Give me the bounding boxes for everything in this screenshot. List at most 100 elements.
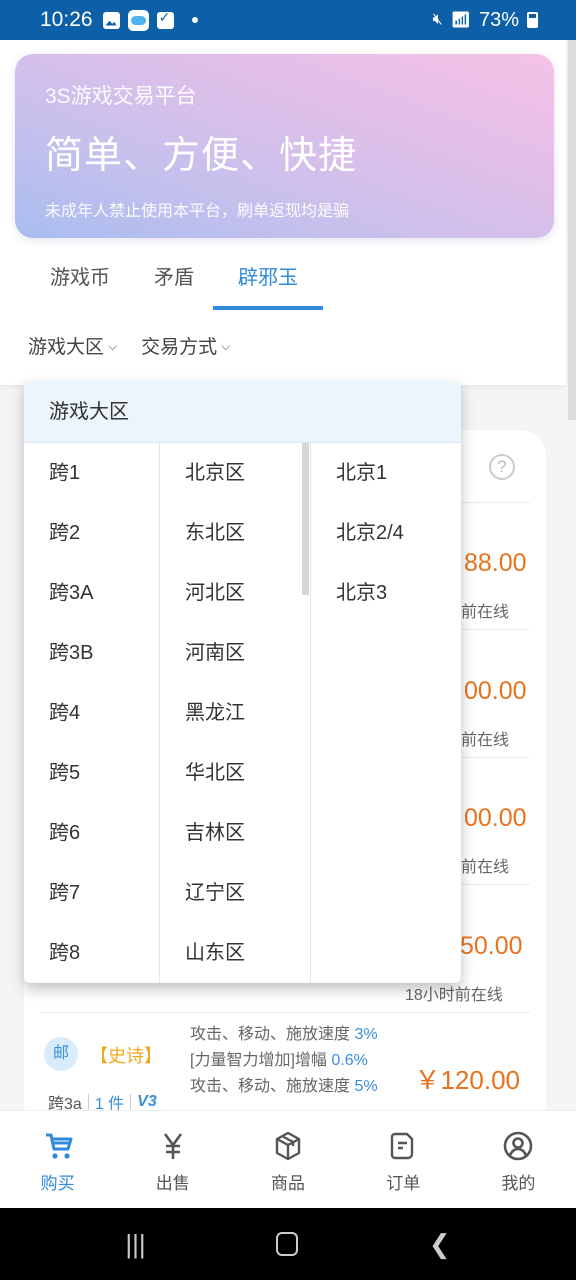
yen-icon: [156, 1129, 190, 1163]
attribute-list: 攻击、移动、施放速度 3% [力量智力增加]增幅 0.6% 攻击、移动、施放速度…: [190, 1022, 378, 1100]
listing-online-status: 前在线: [461, 859, 510, 876]
attribute-text: 攻击、移动、施放速度: [190, 1078, 351, 1095]
attribute-value: 5%: [354, 1078, 378, 1095]
region-dropdown: 游戏大区 跨1 跨2 跨3A 跨3B 跨4 跨5 跨6 跨7 跨8 北京区 东北…: [24, 382, 461, 983]
region-option[interactable]: 跨8: [24, 923, 159, 983]
listing-online-status: 前在线: [461, 732, 510, 749]
status-time: 10:26: [40, 8, 93, 31]
mute-icon: 🔇︎: [432, 11, 443, 28]
region-column-server[interactable]: 北京1 北京2/4 北京3: [311, 443, 461, 983]
region-column-cross[interactable]: 跨1 跨2 跨3A 跨3B 跨4 跨5 跨6 跨7 跨8: [24, 443, 160, 983]
filter-label: 游戏大区: [28, 337, 105, 358]
system-nav-bar: ||| ❮: [0, 1208, 576, 1280]
meta-separator: [130, 1094, 132, 1110]
region-option[interactable]: 跨7: [24, 863, 159, 923]
region-option[interactable]: 跨5: [24, 743, 159, 803]
attribute-text: 攻击、移动、施放速度: [190, 1026, 351, 1043]
recent-apps-icon[interactable]: |||: [125, 1229, 145, 1260]
attribute-line: 攻击、移动、施放速度 3%: [190, 1022, 378, 1048]
rarity-label: 【史诗】: [90, 1046, 162, 1066]
listing-price: 00.00: [464, 804, 527, 832]
help-icon[interactable]: ?: [489, 454, 515, 480]
region-option[interactable]: 跨4: [24, 683, 159, 743]
banner-note: 未成年人禁止使用本平台，刷单返现均是骗: [45, 203, 350, 220]
listing-price: 88.00: [464, 549, 527, 577]
filter-label: 交易方式: [141, 337, 218, 358]
battery-icon: [527, 12, 538, 28]
chevron-down-icon: ⌵: [108, 339, 118, 353]
listing-row[interactable]: 邮 【史诗】 跨3a 1 件 V3 攻击、移动、施放速度 3% [力量智力增加]…: [40, 1012, 530, 1113]
nav-label: 我的: [501, 1174, 536, 1193]
dropdown-title: 游戏大区: [24, 382, 461, 443]
attribute-text: [力量智力增加]增幅: [190, 1052, 327, 1069]
gallery-icon: [102, 11, 120, 29]
status-bar: 10:26 🔇︎ 📶︎ 73%: [0, 0, 576, 40]
attribute-value: 3%: [354, 1026, 378, 1043]
back-icon[interactable]: ❮: [429, 1229, 451, 1260]
meta-separator: [87, 1094, 89, 1110]
filter-game-region[interactable]: 游戏大区 ⌵: [28, 332, 117, 359]
server-option[interactable]: 北京2/4: [311, 503, 461, 563]
listing-online-status: 前在线: [461, 604, 510, 621]
page-scrollbar[interactable]: [568, 40, 576, 420]
attribute-line: 攻击、移动、施放速度 5%: [190, 1074, 378, 1100]
listing-price: 50.00: [460, 932, 523, 960]
nav-sell[interactable]: 出售: [115, 1111, 230, 1208]
weather-icon: [127, 9, 149, 31]
category-tabs: 游戏币 矛盾 辟邪玉: [28, 260, 323, 310]
region-column-area[interactable]: 北京区 东北区 河北区 河南区 黑龙江 华北区 吉林区 辽宁区 山东区: [160, 443, 311, 983]
attribute-line: [力量智力增加]增幅 0.6%: [190, 1048, 378, 1074]
area-option[interactable]: 河南区: [160, 623, 310, 683]
banner-subtitle: 3S游戏交易平台: [45, 85, 197, 108]
battery-percent: 73%: [478, 8, 519, 31]
region-option[interactable]: 跨6: [24, 803, 159, 863]
checkbox-icon: [156, 9, 174, 29]
header-panel: 3S游戏交易平台 简单、方便、快捷 未成年人禁止使用本平台，刷单返现均是骗 游戏…: [0, 40, 566, 385]
nav-label: 购买: [40, 1174, 75, 1193]
area-option[interactable]: 黑龙江: [160, 683, 310, 743]
server-option[interactable]: 北京3: [311, 563, 461, 623]
chevron-down-icon: ⌵: [221, 339, 231, 353]
vip-level: V3: [137, 1093, 157, 1110]
region-option[interactable]: 跨3A: [24, 563, 159, 623]
area-option[interactable]: 河北区: [160, 563, 310, 623]
area-option[interactable]: 东北区: [160, 503, 310, 563]
listing-price: ￥120.00: [414, 1065, 520, 1095]
region-option[interactable]: 跨2: [24, 503, 159, 563]
area-option[interactable]: 北京区: [160, 443, 310, 503]
region-option[interactable]: 跨1: [24, 443, 159, 503]
notification-dot-icon: [191, 17, 198, 23]
area-option[interactable]: 辽宁区: [160, 863, 310, 923]
nav-label: 订单: [386, 1174, 421, 1193]
order-icon: [386, 1129, 420, 1163]
column-scrollbar[interactable]: [302, 443, 309, 595]
box-icon: [271, 1129, 305, 1163]
cart-icon: [41, 1129, 75, 1163]
nav-label: 出售: [155, 1174, 190, 1193]
filter-bar: 游戏大区 ⌵ 交易方式 ⌵: [28, 332, 230, 359]
area-option[interactable]: 山东区: [160, 923, 310, 983]
mail-badge: 邮: [44, 1037, 78, 1071]
tab-contradiction[interactable]: 矛盾: [132, 260, 216, 310]
area-option[interactable]: 吉林区: [160, 803, 310, 863]
home-icon[interactable]: [276, 1232, 299, 1256]
promo-banner[interactable]: 3S游戏交易平台 简单、方便、快捷 未成年人禁止使用本平台，刷单返现均是骗: [15, 54, 554, 238]
listing-price: 00.00: [464, 677, 527, 705]
nav-profile[interactable]: 我的: [461, 1111, 576, 1208]
region-option[interactable]: 跨3B: [24, 623, 159, 683]
server-option[interactable]: 北京1: [311, 443, 461, 503]
nav-goods[interactable]: 商品: [230, 1111, 345, 1208]
nav-label: 商品: [271, 1174, 305, 1193]
attribute-value: 0.6%: [331, 1052, 368, 1069]
nav-orders[interactable]: 订单: [346, 1111, 461, 1208]
bottom-nav: 购买 出售 商品 订单 我的: [0, 1110, 576, 1208]
wifi-icon: 📶︎: [450, 12, 471, 29]
nav-buy[interactable]: 购买: [0, 1111, 115, 1208]
banner-title: 简单、方便、快捷: [45, 135, 358, 177]
profile-icon: [501, 1129, 535, 1163]
tab-bixie-jade[interactable]: 辟邪玉: [213, 260, 323, 310]
listing-online-status: 18小时前在线: [405, 987, 503, 1004]
filter-trade-method[interactable]: 交易方式 ⌵: [141, 332, 230, 359]
area-option[interactable]: 华北区: [160, 743, 310, 803]
tab-game-currency[interactable]: 游戏币: [28, 260, 132, 310]
